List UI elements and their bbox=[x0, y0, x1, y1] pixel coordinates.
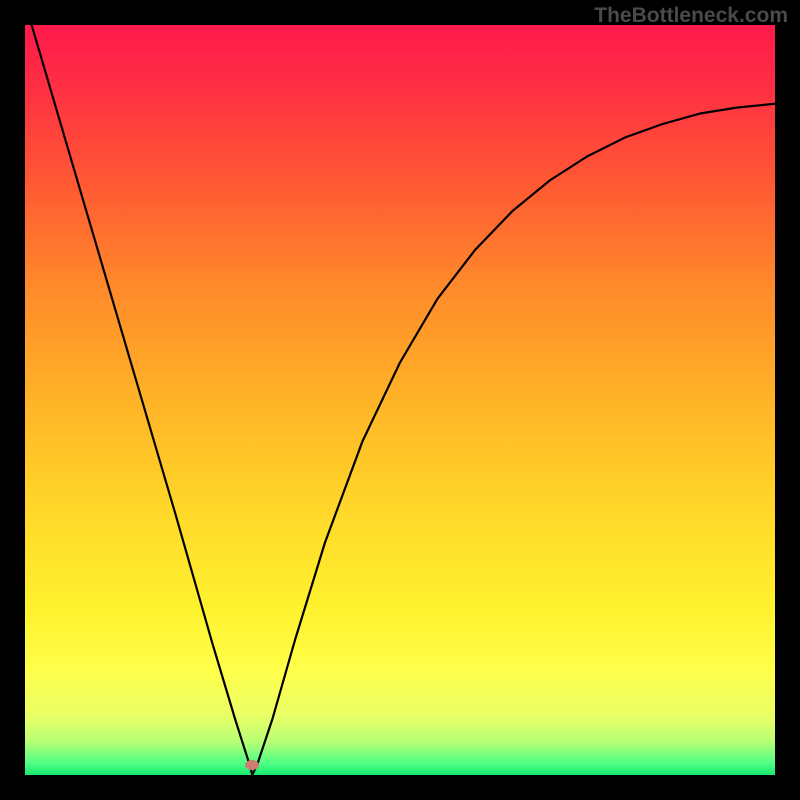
bottleneck-curve bbox=[25, 25, 775, 775]
optimal-point-marker bbox=[245, 760, 259, 770]
chart-frame: TheBottleneck.com bbox=[0, 0, 800, 800]
plot-area bbox=[25, 25, 775, 775]
watermark-text: TheBottleneck.com bbox=[594, 4, 788, 28]
